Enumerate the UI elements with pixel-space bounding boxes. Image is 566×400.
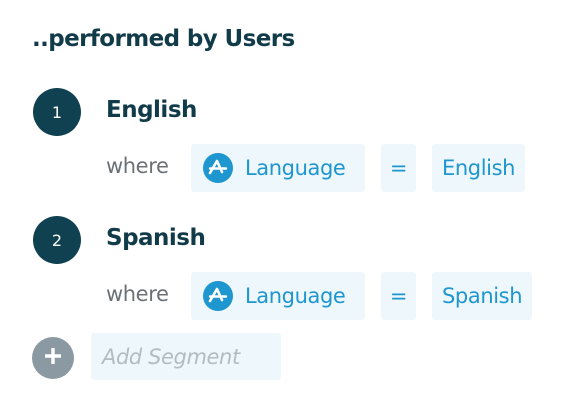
operator-selector[interactable]: = [381,272,416,320]
add-segment-button[interactable]: Add Segment [91,333,281,380]
plus-icon [43,346,63,370]
where-label: where [106,282,169,306]
add-segment-plus-button[interactable] [32,337,74,379]
amplitude-logo-icon [203,153,233,183]
value-selector[interactable]: Spanish [432,272,533,320]
property-label: Language [245,156,346,180]
value-selector[interactable]: English [432,144,526,192]
where-label: where [106,154,169,178]
operator-selector[interactable]: = [381,144,416,192]
property-selector[interactable]: Language [191,144,365,192]
segment-number-badge: 2 [33,216,81,264]
segment-name[interactable]: English [106,97,197,123]
segment-name[interactable]: Spanish [106,225,206,251]
section-title: ..performed by Users [32,26,295,52]
segment-number-badge: 1 [33,88,81,136]
property-label: Language [245,284,346,308]
amplitude-logo-icon [203,281,233,311]
property-selector[interactable]: Language [191,272,365,320]
